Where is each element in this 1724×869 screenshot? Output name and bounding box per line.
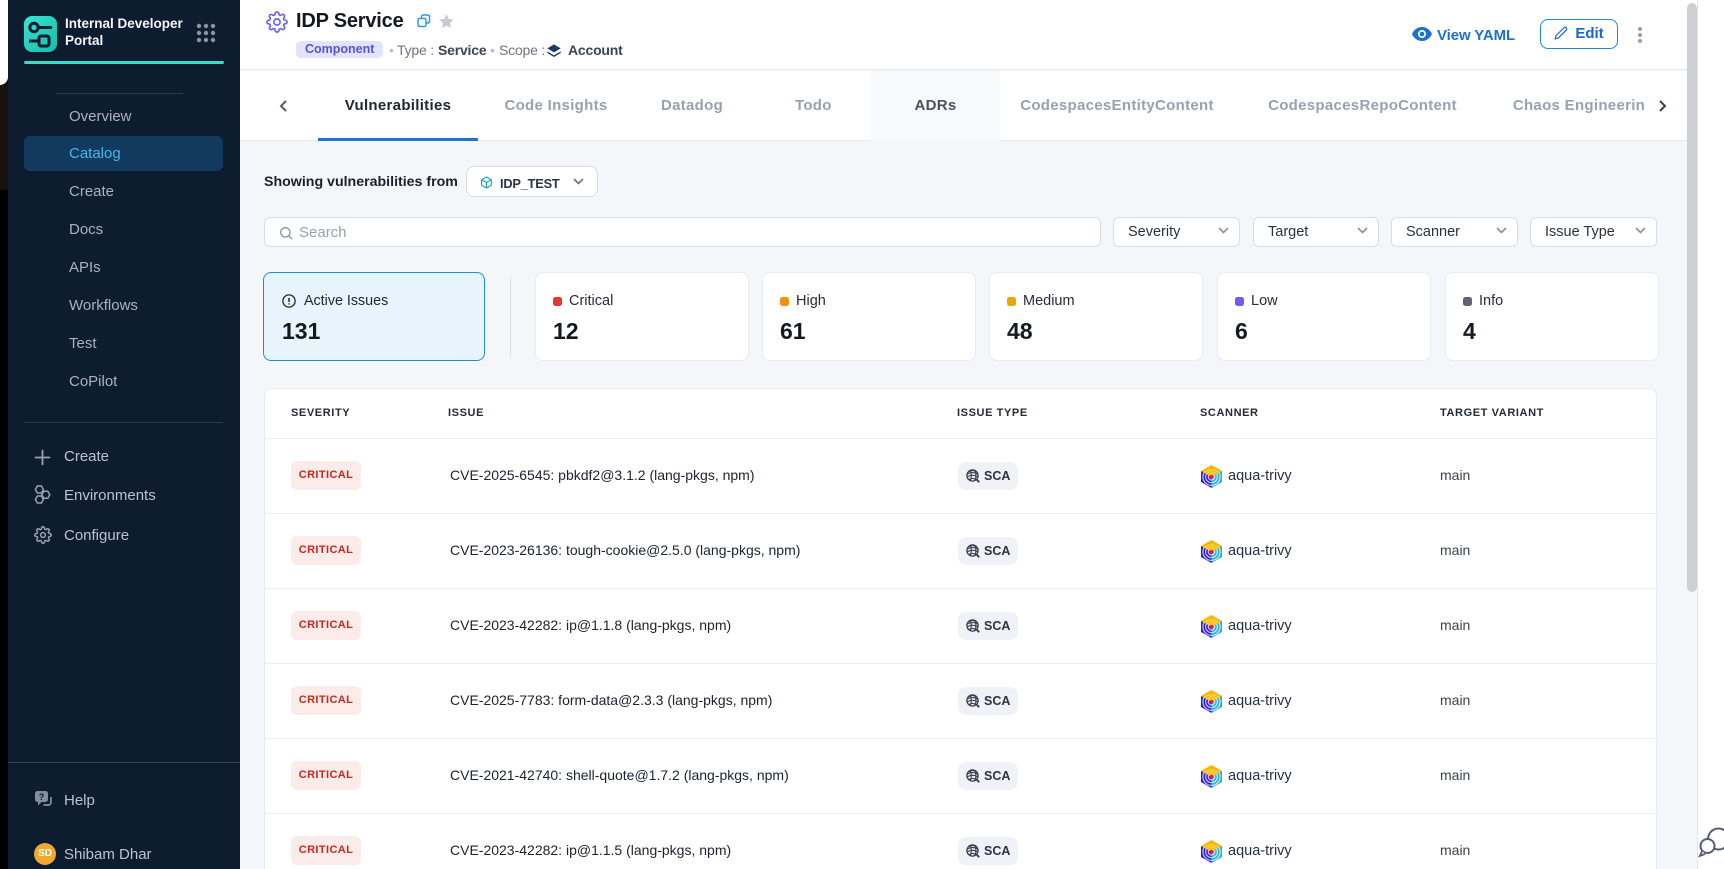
- svg-text:?: ?: [39, 792, 45, 802]
